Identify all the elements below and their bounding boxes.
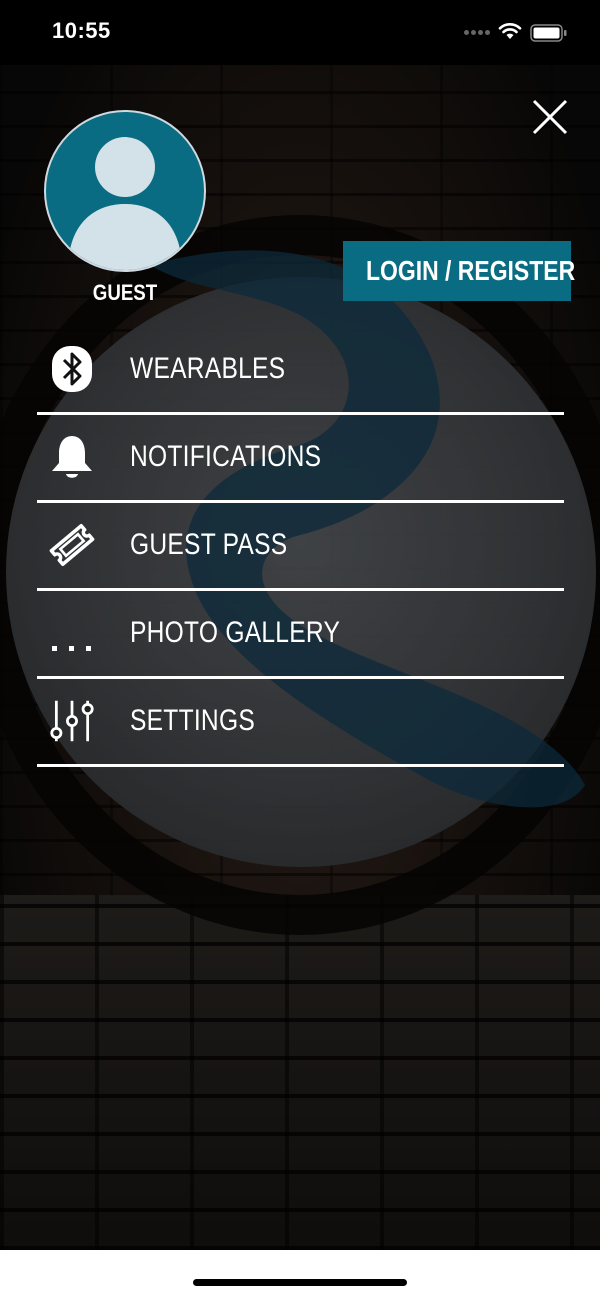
menu-item-notifications[interactable]: NOTIFICATIONS xyxy=(37,415,564,503)
login-register-label: LOGIN / REGISTER xyxy=(365,255,576,286)
signal-dots-icon xyxy=(464,30,490,36)
bell-icon xyxy=(49,433,95,481)
side-menu: WEARABLES NOTIFICATIONS GUEST PASS PHOTO… xyxy=(37,327,564,767)
status-bar: 10:55 xyxy=(0,0,600,65)
user-icon xyxy=(68,137,182,270)
menu-item-wearables[interactable]: WEARABLES xyxy=(37,327,564,415)
close-icon xyxy=(532,99,568,135)
close-button[interactable] xyxy=(530,97,570,137)
menu-label-guest-pass: GUEST PASS xyxy=(130,528,288,561)
menu-item-guest-pass[interactable]: GUEST PASS xyxy=(37,503,564,591)
profile-name: GUEST xyxy=(92,280,158,305)
status-time: 10:55 xyxy=(52,18,111,43)
sliders-icon xyxy=(49,697,95,745)
menu-label-settings: SETTINGS xyxy=(130,704,255,737)
bluetooth-icon xyxy=(49,345,95,393)
home-indicator[interactable] xyxy=(193,1279,407,1286)
menu-item-photo-gallery[interactable]: PHOTO GALLERY xyxy=(37,591,564,679)
more-dots-icon xyxy=(49,609,95,657)
avatar[interactable] xyxy=(44,110,206,272)
wifi-icon xyxy=(498,23,522,39)
home-indicator-area xyxy=(0,1250,600,1299)
menu-label-photo-gallery: PHOTO GALLERY xyxy=(130,616,341,649)
menu-label-notifications: NOTIFICATIONS xyxy=(130,440,322,473)
menu-label-wearables: WEARABLES xyxy=(130,352,286,385)
ticket-icon xyxy=(49,521,95,569)
menu-item-settings[interactable]: SETTINGS xyxy=(37,679,564,767)
battery-icon xyxy=(530,24,567,42)
login-register-button[interactable]: LOGIN / REGISTER xyxy=(343,241,575,301)
